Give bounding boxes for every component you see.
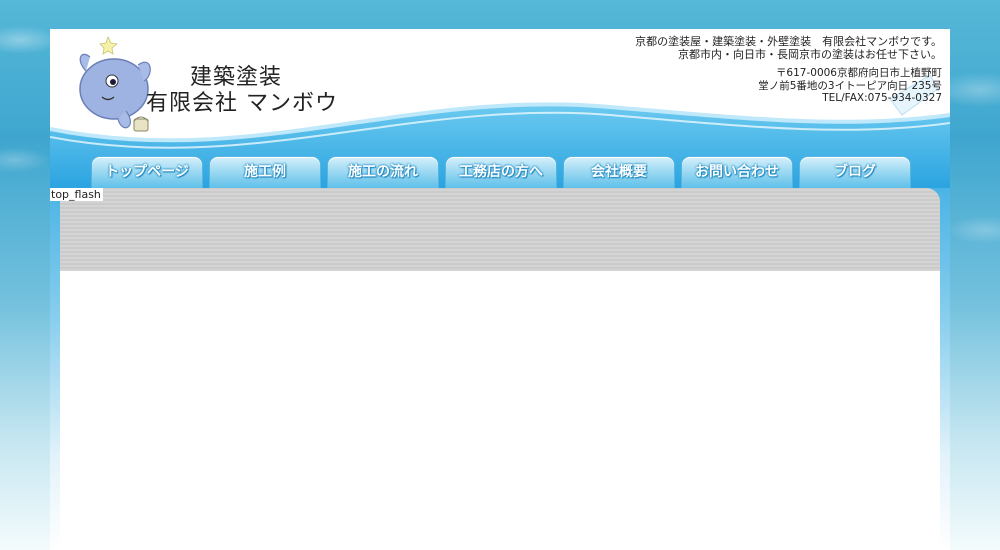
tagline: 京都の塗装屋・建築塗装・外壁塗装 有限会社マンボウです。 京都市内・向日市・長岡… — [635, 35, 942, 61]
nav-item-works[interactable]: 施工例 — [210, 157, 320, 188]
tagline-line-1: 京都の塗装屋・建築塗装・外壁塗装 有限会社マンボウです。 — [635, 35, 942, 48]
nav-item-top-page[interactable]: トップページ — [92, 157, 202, 188]
nav-item-contractors[interactable]: 工務店の方へ — [446, 157, 556, 188]
address-line-1: 〒617-0006京都府向日市上植野町 — [775, 67, 942, 79]
sunfish-mascot-icon — [79, 35, 151, 132]
content-frame — [50, 188, 950, 550]
page-container: 建築塗装 有限会社 マンボウ 京都の塗装屋・建築塗装・外壁塗装 有限会社マンボウ… — [50, 29, 950, 550]
address-line-2: 堂ノ前5番地の3イトーピア向日 235号 — [758, 79, 942, 92]
phone-number: TEL/FAX:075-934-0327 — [822, 92, 942, 104]
flash-alt-text: top_flash — [50, 188, 103, 201]
nav-item-blog[interactable]: ブログ — [800, 157, 910, 188]
site-header: 建築塗装 有限会社 マンボウ 京都の塗装屋・建築塗装・外壁塗装 有限会社マンボウ… — [50, 29, 950, 189]
company-name: 有限会社 マンボウ — [146, 91, 338, 116]
nav-item-company[interactable]: 会社概要 — [564, 157, 674, 188]
content-area — [60, 188, 940, 550]
main-navigation: トップページ 施工例 施工の流れ 工務店の方へ 会社概要 お問い合わせ ブログ — [92, 157, 912, 188]
company-address: 〒617-0006京都府向日市上植野町 堂ノ前5番地の3イトーピア向日 235号… — [758, 67, 942, 105]
tagline-line-2: 京都市内・向日市・長岡京市の塗装はお任せ下さい。 — [678, 48, 942, 61]
nav-item-contact[interactable]: お問い合わせ — [682, 157, 792, 188]
nav-item-process[interactable]: 施工の流れ — [328, 157, 438, 188]
top-flash-placeholder — [60, 188, 940, 271]
